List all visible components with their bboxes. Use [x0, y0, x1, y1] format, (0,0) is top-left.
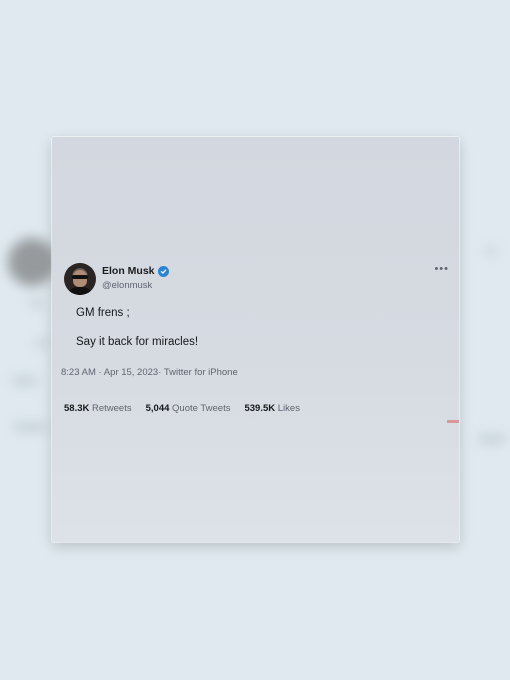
background-blurred-avatar [8, 238, 56, 286]
avatar[interactable] [64, 263, 96, 295]
tweet-source[interactable]: Twitter for iPhone [164, 367, 238, 378]
tweet-meta: 8:23 AM · Apr 15, 2023· Twitter for iPho… [61, 367, 238, 378]
background-blurred-text [478, 436, 506, 442]
tweet-time[interactable]: 8:23 AM [61, 367, 96, 378]
background-blurred-text [14, 424, 48, 430]
more-options-icon[interactable]: ••• [434, 264, 449, 275]
quote-tweets-count: 5,044 [145, 403, 170, 414]
background-blurred-text [30, 300, 44, 306]
tweet-text-line: GM frens ; [76, 307, 130, 319]
author-handle[interactable]: @elonmusk [102, 280, 152, 291]
likes-stat[interactable]: 539.5K Likes [244, 403, 299, 414]
quote-tweets-label: Quote Tweets [172, 403, 231, 414]
retweets-label: Retweets [92, 403, 132, 414]
tweet-card: Elon Musk @elonmusk ••• GM frens ; Say i… [52, 137, 459, 542]
tweet-text-line: Say it back for miracles! [76, 336, 199, 348]
card-edge-mark [447, 420, 459, 423]
avatar-glasses [72, 275, 88, 279]
avatar-shirt [66, 287, 94, 295]
screen: { "tweet": { "author_name": "Elon Musk",… [0, 0, 510, 680]
likes-label: Likes [277, 403, 300, 414]
retweets-stat[interactable]: 58.3K Retweets [64, 403, 132, 414]
quote-tweets-stat[interactable]: 5,044 Quote Tweets [146, 403, 231, 414]
author-name[interactable]: Elon Musk [102, 265, 155, 277]
tweet-date[interactable]: Apr 15, 2023 [104, 367, 158, 378]
author-row: Elon Musk [102, 265, 169, 277]
retweets-count: 58.3K [64, 403, 90, 414]
background-blurred-text [486, 248, 496, 254]
likes-count: 539.5K [244, 403, 276, 414]
verified-check-icon [157, 265, 169, 277]
background-blurred-text [36, 340, 48, 346]
background-blurred-text [12, 378, 38, 384]
tweet-stats: 58.3K Retweets 5,044 Quote Tweets 539.5K… [64, 403, 300, 414]
